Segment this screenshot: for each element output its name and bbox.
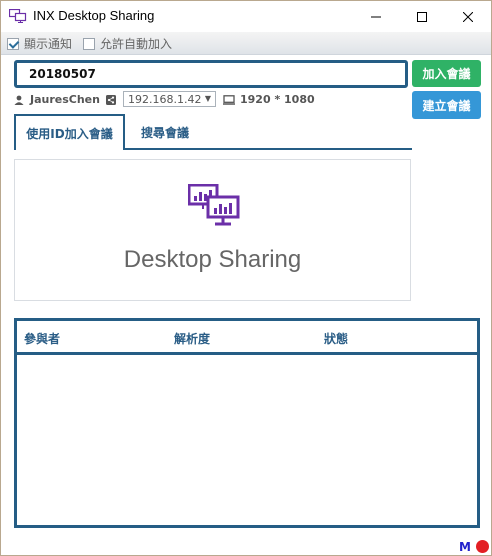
resolution-info: 1920 * 1080 <box>223 93 315 106</box>
minimize-button[interactable] <box>353 1 399 32</box>
close-icon <box>463 11 473 22</box>
share-icon <box>106 95 116 105</box>
show-notification-label: 顯示通知 <box>24 37 73 51</box>
status-indicator <box>476 540 489 553</box>
title-bar[interactable]: INX Desktop Sharing <box>1 1 491 32</box>
tab-underline <box>125 148 412 150</box>
show-notification-checkbox[interactable] <box>7 37 19 50</box>
chevron-down-icon: ▼ <box>204 94 211 103</box>
meeting-id-input[interactable] <box>14 60 408 88</box>
user-name: JauresChen <box>30 93 100 106</box>
ip-address-value: 192.168.1.42 <box>128 92 202 106</box>
minimize-icon <box>371 16 381 17</box>
maximize-icon <box>417 11 427 22</box>
participants-table: 參與者 解析度 狀態 <box>14 318 480 528</box>
tab-search-meeting[interactable]: 搜尋會議 <box>125 114 205 150</box>
resolution-value: 1920 * 1080 <box>240 93 315 106</box>
join-meeting-button[interactable]: 加入會議 <box>412 60 481 87</box>
status-mode-label: M <box>459 540 471 554</box>
monitor-icon <box>223 94 235 105</box>
desktop-sharing-banner: Desktop Sharing <box>14 159 411 301</box>
app-screens-icon <box>9 9 27 23</box>
tab-join-by-id[interactable]: 使用ID加入會議 <box>14 114 125 150</box>
close-button[interactable] <box>445 1 491 32</box>
ip-address-select[interactable]: 192.168.1.42 ▼ <box>123 91 216 107</box>
show-notification-option[interactable]: 顯示通知 <box>7 35 72 52</box>
column-status[interactable]: 狀態 <box>324 330 348 347</box>
options-bar: 顯示通知 允許自動加入 <box>1 32 491 55</box>
user-icon <box>14 95 24 105</box>
column-participant[interactable]: 參與者 <box>24 330 60 347</box>
allow-auto-join-checkbox[interactable] <box>83 37 95 50</box>
allow-auto-join-label: 允許自動加入 <box>100 37 173 51</box>
maximize-button[interactable] <box>399 1 445 32</box>
allow-auto-join-option[interactable]: 允許自動加入 <box>83 35 172 52</box>
user-info: JauresChen <box>14 93 100 106</box>
banner-title: Desktop Sharing <box>123 246 302 273</box>
window-title: INX Desktop Sharing <box>33 8 155 23</box>
app-window: INX Desktop Sharing 顯示通知 允許自動加入 加入會議 建立會… <box>0 0 492 556</box>
column-resolution[interactable]: 解析度 <box>174 330 210 347</box>
desktop-sharing-icon <box>188 184 240 226</box>
create-meeting-button[interactable]: 建立會議 <box>412 91 481 119</box>
table-header: 參與者 解析度 狀態 <box>17 321 477 355</box>
